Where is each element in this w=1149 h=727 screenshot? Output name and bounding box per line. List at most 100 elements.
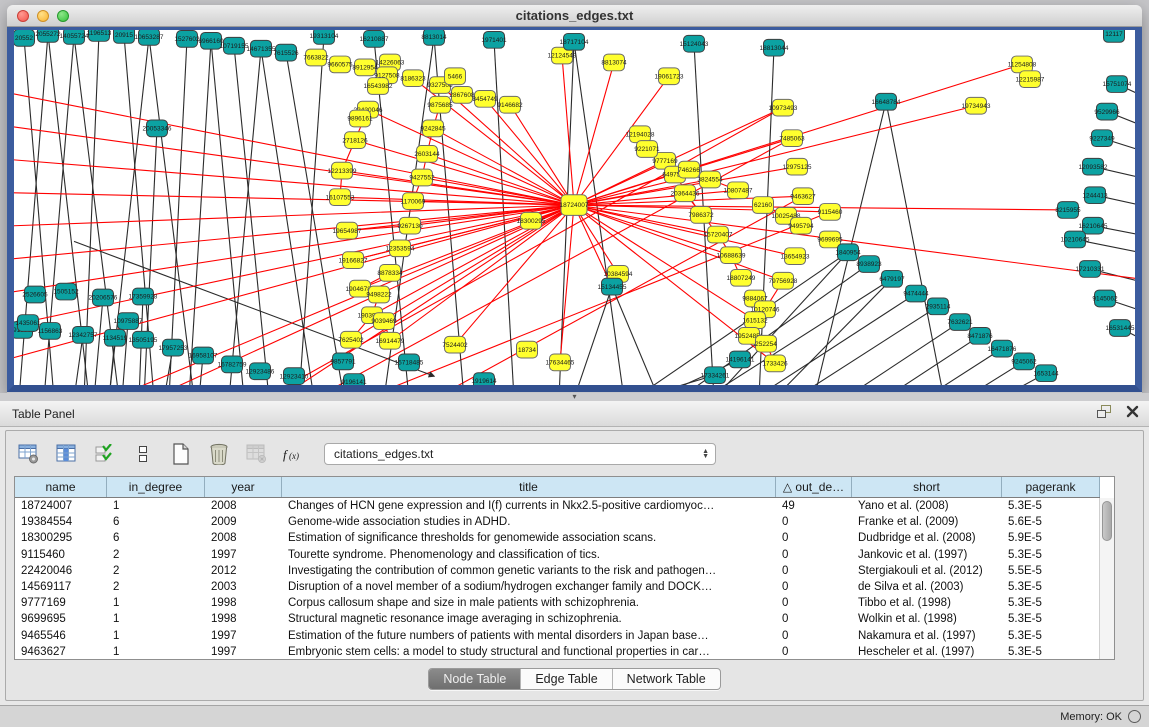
table-cell: 9463627 bbox=[15, 644, 107, 660]
red-edge bbox=[14, 158, 574, 205]
table-cell: Estimation of significance thresholds fo… bbox=[282, 530, 776, 546]
graph-node-label: 62160 bbox=[754, 202, 772, 209]
graph-node-label: 12215987 bbox=[1016, 76, 1045, 83]
table-cell: 9465546 bbox=[15, 628, 107, 644]
table-cell: 0 bbox=[776, 611, 852, 627]
graph-node-label: 2718126 bbox=[342, 137, 368, 144]
table-cell: 22420046 bbox=[15, 563, 107, 579]
table-cell: 5.6E-5 bbox=[1002, 514, 1100, 530]
table-settings-icon[interactable] bbox=[16, 441, 42, 467]
column-header-out_de[interactable]: △ out_de… bbox=[776, 477, 852, 497]
new-table-icon[interactable] bbox=[168, 441, 194, 467]
column-header-title[interactable]: title bbox=[282, 477, 776, 497]
graph-node-label: 1919614 bbox=[471, 378, 497, 385]
column-header-short[interactable]: short bbox=[852, 477, 1002, 497]
graph-node-label: 19654987 bbox=[333, 228, 362, 235]
dropdown-arrows-icon: ▲▼ bbox=[702, 449, 709, 459]
graph-node-label: 10688639 bbox=[717, 252, 746, 259]
table-cell: 1997 bbox=[205, 547, 282, 563]
table-cell: Disruption of a novel member of a sodium… bbox=[282, 579, 776, 595]
table-row[interactable]: 946554611997Estimation of the future num… bbox=[15, 628, 1100, 644]
graph-node-label: 12353594 bbox=[386, 246, 415, 253]
graph-node-label: 8186323 bbox=[400, 75, 426, 82]
graph-node-label: 7524402 bbox=[442, 342, 468, 349]
table-cell: 1 bbox=[107, 595, 205, 611]
table-selector-dropdown[interactable]: citations_edges.txt ▲▼ bbox=[324, 443, 716, 465]
graph-node-label: 9227349 bbox=[1089, 135, 1115, 142]
table-cell: 2 bbox=[107, 563, 205, 579]
table-row[interactable]: 911546021997Tourette syndrome. Phenomeno… bbox=[15, 547, 1100, 563]
tab-node-table[interactable]: Node Table bbox=[429, 669, 521, 689]
column-header-year[interactable]: year bbox=[205, 477, 282, 497]
svg-text:(x): (x) bbox=[289, 451, 299, 461]
tab-network-table[interactable]: Network Table bbox=[613, 669, 720, 689]
graph-node-label: 19166827 bbox=[339, 257, 368, 264]
table-cell: Investigating the contribution of common… bbox=[282, 563, 776, 579]
table-cell: Estimation of the future numbers of pati… bbox=[282, 628, 776, 644]
graph-node-label: 9777169 bbox=[652, 158, 678, 165]
table-cell: 1997 bbox=[205, 644, 282, 660]
select-rows-icon[interactable] bbox=[92, 441, 118, 467]
red-edge bbox=[574, 106, 976, 205]
delete-table-icon[interactable] bbox=[244, 441, 270, 467]
graph-node-label: 9427552 bbox=[409, 175, 435, 182]
table-selector-value: citations_edges.txt bbox=[334, 447, 433, 461]
graph-node-label: 1653144 bbox=[1033, 370, 1059, 377]
graph-node-label: 14196141 bbox=[726, 357, 755, 364]
graph-node-label: 8471876 bbox=[967, 333, 993, 340]
graph-node-label: 10719155 bbox=[220, 43, 249, 50]
table-cell: 1998 bbox=[205, 595, 282, 611]
graph-node-label: 18300295 bbox=[517, 218, 546, 225]
table-row[interactable]: 2242004622012Investigating the contribut… bbox=[15, 563, 1100, 579]
delete-rows-icon[interactable] bbox=[206, 441, 232, 467]
table-cell: 0 bbox=[776, 628, 852, 644]
splitter-handle-icon[interactable]: ▾ bbox=[572, 392, 576, 401]
table-cell: 2012 bbox=[205, 563, 282, 579]
window-titlebar[interactable]: citations_edges.txt bbox=[7, 5, 1142, 27]
table-row[interactable]: 946362711997Embryonic stem cells: a mode… bbox=[15, 644, 1100, 660]
black-edge bbox=[794, 306, 938, 385]
graph-node-label: 19061723 bbox=[655, 73, 684, 80]
table-cell: Stergiakouli et al. (2012) bbox=[852, 563, 1002, 579]
graph-node-label: 16210887 bbox=[360, 36, 389, 43]
column-header-in_degree[interactable]: in_degree bbox=[107, 477, 205, 497]
table-scrollbar[interactable] bbox=[1099, 498, 1114, 659]
table-cell: Yano et al. (2008) bbox=[852, 498, 1002, 514]
table-row[interactable]: 977716911998Corpus callosum shape and si… bbox=[15, 595, 1100, 611]
graph-node-label: 15718485 bbox=[395, 360, 424, 367]
table-cell: 6 bbox=[107, 514, 205, 530]
table-row[interactable]: 1456911722003Disruption of a novel membe… bbox=[15, 579, 1100, 595]
graph-node-label: 18807249 bbox=[727, 275, 756, 282]
close-panel-icon[interactable] bbox=[1126, 405, 1139, 418]
row-height-icon[interactable] bbox=[130, 441, 156, 467]
table-row[interactable]: 1872400712008Changes of HCN gene express… bbox=[15, 498, 1100, 514]
memory-status-label: Memory: OK bbox=[1060, 711, 1122, 723]
graph-node-label: 9498222 bbox=[366, 292, 392, 299]
table-cell: 1 bbox=[107, 628, 205, 644]
table-cell: 1998 bbox=[205, 611, 282, 627]
column-header-pagerank[interactable]: pagerank bbox=[1002, 477, 1100, 497]
table-row[interactable]: 969969511998Structural magnetic resonanc… bbox=[15, 611, 1100, 627]
graph-node-label: 16958107 bbox=[189, 353, 218, 360]
tab-edge-table[interactable]: Edge Table bbox=[521, 669, 612, 689]
table-row[interactable]: 1830029562008Estimation of significance … bbox=[15, 530, 1100, 546]
network-window: citations_edges.txt 89129541422606391275… bbox=[7, 5, 1142, 393]
column-header-name[interactable]: name bbox=[15, 477, 107, 497]
function-builder-icon[interactable]: f (x) bbox=[282, 441, 308, 467]
table-cell: 18724007 bbox=[15, 498, 107, 514]
panel-splitter[interactable]: ▾ bbox=[0, 393, 1149, 401]
graph-node-label: 15751074 bbox=[1103, 81, 1132, 88]
graph-node-label: 15134455 bbox=[598, 284, 627, 291]
black-edge bbox=[189, 41, 211, 385]
graph-node-label: 8878334 bbox=[377, 270, 403, 277]
table-cell: 19384554 bbox=[15, 514, 107, 530]
graph-node-label: 10975887 bbox=[114, 318, 143, 325]
network-view[interactable]: 8912954142260639127508165439828186323932… bbox=[7, 27, 1142, 392]
float-panel-icon[interactable] bbox=[1097, 405, 1112, 418]
table-row[interactable]: 1938455462009Genome-wide association stu… bbox=[15, 514, 1100, 530]
scrollbar-thumb[interactable] bbox=[1102, 501, 1112, 541]
graph-node-label: 9875685 bbox=[427, 102, 453, 109]
table-cell: 0 bbox=[776, 547, 852, 563]
black-edge bbox=[774, 279, 892, 385]
show-columns-icon[interactable] bbox=[54, 441, 80, 467]
